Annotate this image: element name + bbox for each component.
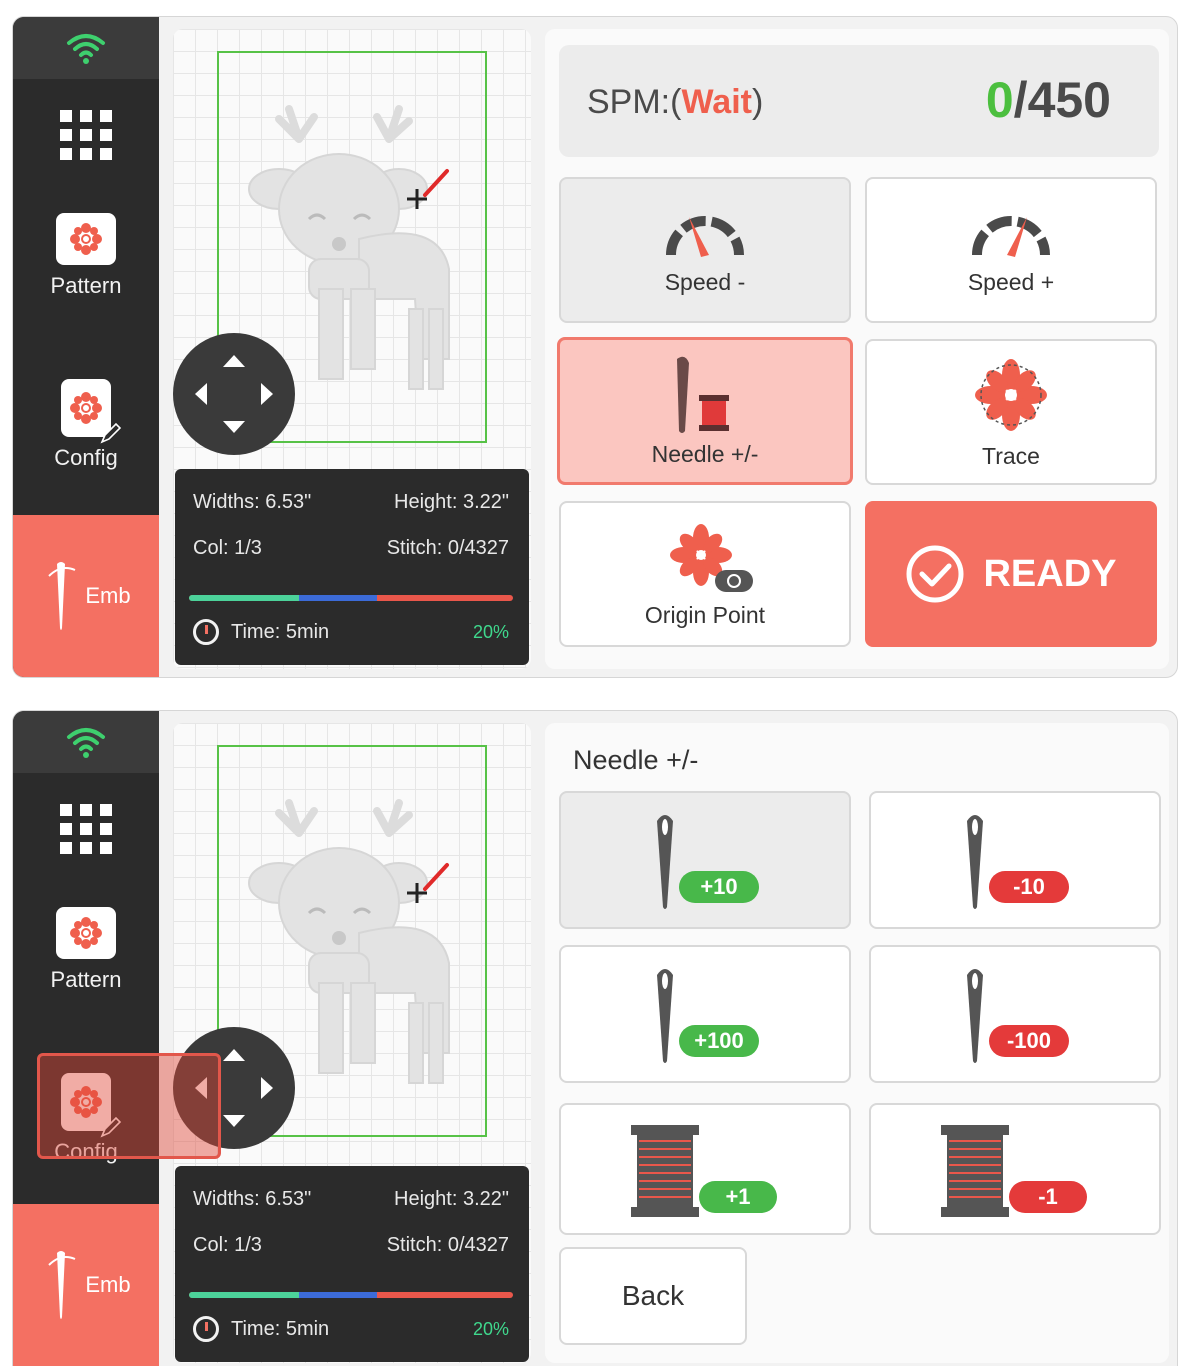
- design-height: Height: 3.22": [394, 491, 509, 513]
- time-estimate: Time: 5min: [231, 1317, 330, 1340]
- trace-button[interactable]: Trace: [865, 339, 1157, 485]
- decrement-badge: -10: [989, 871, 1069, 903]
- sidebar-item-label: Config: [54, 445, 118, 470]
- needle-icon: [48, 562, 76, 630]
- speedometer-low-icon: [666, 215, 744, 257]
- sidebar-item-config[interactable]: Config: [13, 379, 159, 499]
- trace-flower-icon: [975, 358, 1047, 431]
- color-progress-bar: [189, 595, 513, 601]
- needle-icon: [967, 969, 983, 1063]
- needle-adjust-button[interactable]: Needle +/-: [557, 337, 853, 485]
- grid-icon: [60, 804, 112, 854]
- needle-plus-10-button[interactable]: +10: [559, 791, 851, 929]
- speed-down-button[interactable]: Speed -: [559, 177, 851, 323]
- clock-icon: [193, 1316, 219, 1342]
- sidebar-item-label: Pattern: [50, 967, 122, 992]
- sidebar-item-emb[interactable]: Emb: [13, 1204, 159, 1366]
- thread-minus-1-button[interactable]: -1: [869, 1103, 1161, 1235]
- sidebar-item-emb[interactable]: Emb: [13, 515, 159, 677]
- spm-display: SPM:(Wait) 0/450: [559, 45, 1159, 157]
- origin-point-button[interactable]: Origin Point: [559, 501, 851, 647]
- button-label: READY: [983, 552, 1117, 595]
- pencil-icon: [100, 422, 122, 444]
- panel-title: Needle +/-: [573, 745, 699, 775]
- sidebar-item-pattern[interactable]: Pattern: [13, 907, 159, 1017]
- progress-percent: 20%: [472, 1318, 509, 1339]
- spm-state: Wait: [681, 83, 752, 121]
- increment-badge: +100: [679, 1025, 759, 1057]
- control-screen-main: Pattern Config Emb Widths: 6.53" Height:…: [12, 16, 1178, 678]
- direction-arrows-icon: [195, 355, 273, 433]
- progress-percent: 20%: [472, 621, 509, 642]
- sidebar-item-label: Emb: [85, 583, 131, 608]
- thread-plus-1-button[interactable]: +1: [559, 1103, 851, 1235]
- color-count: Col: 1/3: [193, 537, 262, 559]
- control-panel: SPM:(Wait) 0/450 Speed - Speed + Needle …: [545, 29, 1169, 669]
- increment-badge: +1: [699, 1181, 777, 1213]
- stitch-count: Stitch: 0/4327: [386, 1234, 509, 1256]
- spm-label: SPM:(Wait): [587, 83, 763, 122]
- needle-minus-10-button[interactable]: -10: [869, 791, 1161, 929]
- needle-icon: [48, 1251, 76, 1319]
- design-width: Widths: 6.53": [193, 1188, 312, 1210]
- needle-plus-100-button[interactable]: +100: [559, 945, 851, 1083]
- needle-icon: [657, 969, 673, 1063]
- increment-badge: +10: [679, 871, 759, 903]
- back-button[interactable]: Back: [559, 1247, 747, 1345]
- button-label: Origin Point: [644, 601, 766, 628]
- wifi-icon: [67, 728, 105, 758]
- needle-adjust-panel: Needle +/- +10 -10 +100 -100 +1 -1 Back: [545, 723, 1169, 1363]
- design-width: Widths: 6.53": [193, 491, 312, 513]
- stitch-count: Stitch: 0/4327: [386, 537, 509, 559]
- clock-icon: [193, 619, 219, 645]
- sidebar-item-label: Pattern: [50, 273, 122, 298]
- apps-menu-button[interactable]: [13, 793, 159, 865]
- decrement-badge: -1: [1009, 1181, 1087, 1213]
- origin-point-icon: [670, 523, 753, 592]
- button-label: Needle +/-: [651, 440, 759, 467]
- speed-up-button[interactable]: Speed +: [865, 177, 1157, 323]
- config-highlight-overlay: [37, 1053, 221, 1159]
- control-screen-needle: Pattern Config Emb Widths: 6.53" Height:…: [12, 710, 1178, 1366]
- wifi-status: [13, 711, 159, 773]
- pattern-icon: [56, 213, 116, 265]
- move-joystick[interactable]: [173, 333, 295, 455]
- button-label: Speed -: [664, 268, 746, 295]
- design-info-panel: Widths: 6.53" Height: 3.22" Col: 1/3 Stitc…: [175, 1166, 529, 1362]
- button-label: Speed +: [967, 268, 1055, 295]
- time-estimate: Time: 5min: [231, 620, 330, 643]
- spm-prefix: SPM:(: [587, 83, 682, 121]
- needle-thread-icon: [677, 356, 729, 433]
- ready-button[interactable]: READY: [865, 501, 1157, 647]
- config-icon: [61, 379, 122, 444]
- needle-icon: [967, 815, 983, 909]
- needle-icon: [657, 815, 673, 909]
- color-progress-bar: [189, 1292, 513, 1298]
- sidebar: Pattern Config Emb: [13, 711, 159, 1366]
- spm-current: 0: [985, 72, 1014, 128]
- speedometer-high-icon: [972, 215, 1050, 257]
- sidebar: Pattern Config Emb: [13, 17, 159, 677]
- thread-spool-icon: [631, 1125, 699, 1217]
- sidebar-item-pattern[interactable]: Pattern: [13, 213, 159, 323]
- check-circle-icon: [906, 545, 964, 603]
- sidebar-item-label: Emb: [85, 1272, 131, 1297]
- decrement-badge: -100: [989, 1025, 1069, 1057]
- spm-suffix: ): [751, 83, 764, 121]
- wifi-icon: [67, 34, 105, 64]
- spm-max: /450: [1013, 72, 1111, 128]
- design-height: Height: 3.22": [394, 1188, 509, 1210]
- pattern-icon: [56, 907, 116, 959]
- apps-menu-button[interactable]: [13, 99, 159, 171]
- needle-minus-100-button[interactable]: -100: [869, 945, 1161, 1083]
- wifi-status: [13, 17, 159, 79]
- color-count: Col: 1/3: [193, 1234, 262, 1256]
- thread-spool-icon: [941, 1125, 1009, 1217]
- spm-count: 0/450: [986, 71, 1111, 129]
- button-label: Trace: [982, 442, 1040, 469]
- grid-icon: [60, 110, 112, 160]
- design-info-panel: Widths: 6.53" Height: 3.22" Col: 1/3 Stitc…: [175, 469, 529, 665]
